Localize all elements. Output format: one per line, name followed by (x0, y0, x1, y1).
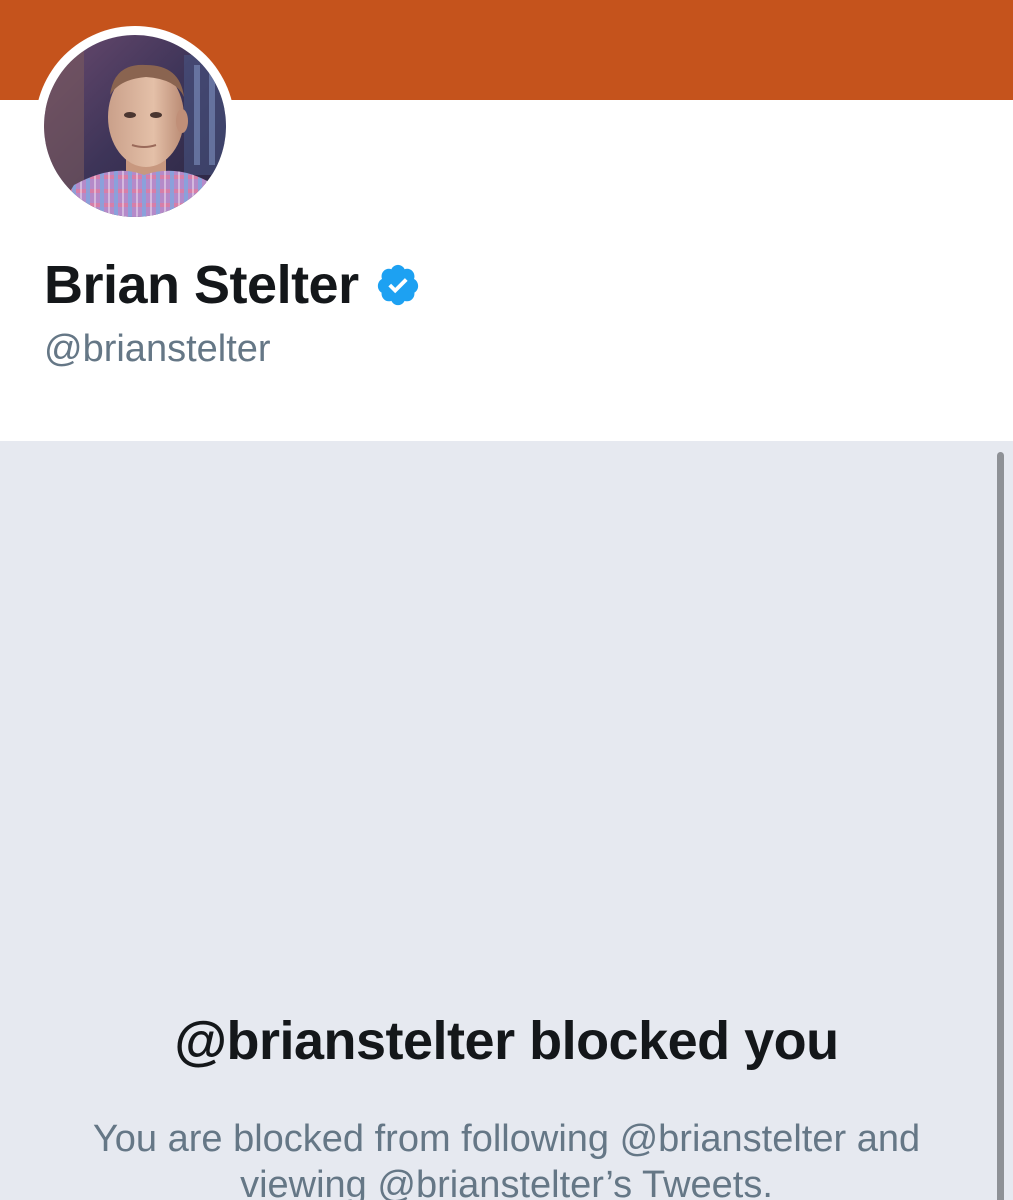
profile-handle: @brianstelter (44, 328, 271, 370)
profile-page: Brian Stelter @brianstelter @brianstelte… (0, 0, 1013, 1200)
avatar-photo (44, 35, 226, 217)
blocked-notice-area (0, 441, 1013, 1200)
blocked-description: You are blocked from following @brianste… (92, 1118, 921, 1200)
verified-badge-icon (375, 262, 421, 308)
blocked-title: @brianstelter blocked you (174, 1011, 839, 1071)
avatar[interactable] (44, 35, 226, 217)
name-row: Brian Stelter (44, 255, 421, 315)
scrollbar-thumb[interactable] (997, 452, 1004, 1200)
display-name: Brian Stelter (44, 255, 359, 315)
